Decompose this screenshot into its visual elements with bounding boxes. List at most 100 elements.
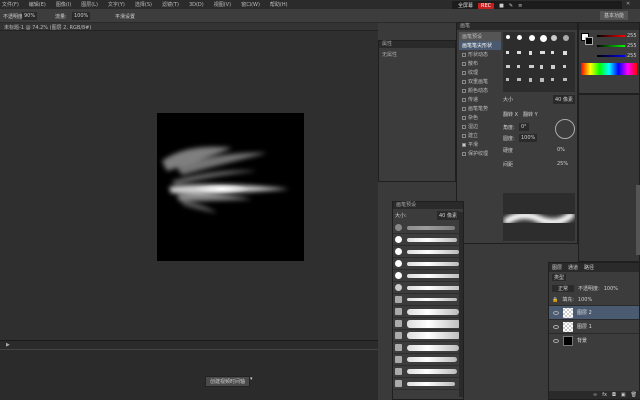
brush-tip[interactable] xyxy=(551,77,555,81)
spacing-checkbox[interactable]: 间距 xyxy=(503,161,513,168)
brush-tip[interactable] xyxy=(551,35,558,41)
close-icon[interactable]: ✕ xyxy=(626,1,630,7)
menu-image[interactable]: 图像(I) xyxy=(56,1,71,8)
brush-tip[interactable] xyxy=(517,64,521,68)
preset-item[interactable] xyxy=(393,366,463,378)
layer-name[interactable]: 图层 1 xyxy=(577,323,592,330)
menu-type[interactable]: 文字(Y) xyxy=(108,1,125,8)
option-shape-dynamics[interactable]: 形状动态 xyxy=(459,50,501,59)
menu-window[interactable]: 窗口(W) xyxy=(241,1,260,8)
blend-mode-select[interactable]: 正常 xyxy=(552,285,575,292)
option-wet-edges[interactable]: 湿边 xyxy=(459,122,501,131)
layer-fill-field[interactable]: 100% xyxy=(578,297,592,303)
option-smoothing[interactable]: 平滑 xyxy=(459,140,501,149)
roundness-field[interactable]: 100% xyxy=(519,134,538,142)
brush-tip[interactable] xyxy=(528,64,534,68)
brush-tip-shape-item[interactable]: 画笔笔尖形状 xyxy=(459,41,501,50)
preset-item[interactable] xyxy=(393,378,463,390)
menu-filter[interactable]: 滤镜(T) xyxy=(162,1,179,8)
camera-icon[interactable]: ■ xyxy=(499,3,504,9)
new-layer-icon[interactable]: ▣ xyxy=(621,392,626,398)
brush-tip[interactable] xyxy=(528,51,532,56)
rec-button[interactable]: REC xyxy=(478,2,495,9)
preset-item[interactable] xyxy=(393,294,463,306)
fullscreen-label[interactable]: 全屏幕 xyxy=(458,2,473,9)
channels-tab[interactable]: 通道 xyxy=(568,264,578,271)
brush-tip[interactable] xyxy=(551,64,556,69)
green-slider[interactable] xyxy=(597,45,625,47)
brush-tip[interactable] xyxy=(562,64,566,68)
workspace-switcher[interactable]: 基本功能 xyxy=(600,11,629,20)
red-value[interactable]: 255 xyxy=(627,33,637,39)
preset-item[interactable] xyxy=(393,246,463,258)
brush-presets-button[interactable]: 画笔预设 xyxy=(459,32,501,41)
layer-name[interactable]: 背景 xyxy=(577,337,587,344)
eye-icon[interactable] xyxy=(553,310,559,315)
link-layers-icon[interactable]: ∞ xyxy=(593,392,597,398)
blue-value[interactable]: 255 xyxy=(627,53,637,59)
brush-tip[interactable] xyxy=(517,35,523,40)
menu-help[interactable]: 帮助(H) xyxy=(270,1,288,8)
preset-item[interactable] xyxy=(393,330,463,342)
brush-tip[interactable] xyxy=(517,51,522,55)
pencil-icon[interactable]: ✎ xyxy=(509,3,513,9)
option-build-up[interactable]: 建立 xyxy=(459,131,501,140)
menu-file[interactable]: 文件(F) xyxy=(2,1,19,8)
option-texture[interactable]: 纹理 xyxy=(459,68,501,77)
lock-icon[interactable]: 🔒 xyxy=(552,297,558,303)
brush-tip[interactable] xyxy=(517,77,522,81)
brush-tip[interactable] xyxy=(528,77,532,82)
preset-item[interactable] xyxy=(393,234,463,246)
preset-item[interactable] xyxy=(393,318,463,330)
brush-tip[interactable] xyxy=(551,51,555,55)
brush-tip[interactable] xyxy=(528,35,535,41)
layer-row-2[interactable]: 图层 2 xyxy=(549,305,639,319)
eye-icon[interactable] xyxy=(553,324,559,329)
menu-layer[interactable]: 图层(L) xyxy=(81,1,98,8)
mask-icon[interactable]: ◘ xyxy=(612,392,616,398)
layer-name[interactable]: 图层 2 xyxy=(577,309,592,316)
option-noise[interactable]: 杂色 xyxy=(459,113,501,122)
eye-icon[interactable] xyxy=(553,338,559,343)
preset-item[interactable] xyxy=(393,258,463,270)
brush-tip[interactable] xyxy=(506,51,509,55)
preset-item[interactable] xyxy=(393,354,463,366)
create-video-timeline-button[interactable]: 创建视频时间轴 xyxy=(205,376,251,387)
brush-tip[interactable] xyxy=(562,35,569,41)
brush-tip[interactable] xyxy=(562,77,567,81)
option-transfer[interactable]: 传递 xyxy=(459,95,501,104)
brush-tip-grid[interactable] xyxy=(503,32,575,92)
option-brush-pose[interactable]: 画笔笔势 xyxy=(459,104,501,113)
fx-icon[interactable]: fx xyxy=(602,392,607,398)
blue-slider[interactable] xyxy=(597,55,625,57)
layer-opacity-field[interactable]: 100% xyxy=(604,286,618,292)
menu-select[interactable]: 选择(S) xyxy=(135,1,152,8)
smoothing-label[interactable]: 平滑设置 xyxy=(115,13,135,20)
flip-y-checkbox[interactable]: 翻转 Y xyxy=(523,111,538,118)
flip-x-checkbox[interactable]: 翻转 X xyxy=(503,111,518,118)
opacity-field[interactable]: 90% xyxy=(22,12,38,20)
option-color-dynamics[interactable]: 颜色动态 xyxy=(459,86,501,95)
brush-tip[interactable] xyxy=(539,35,547,42)
play-icon[interactable]: ▶ xyxy=(6,342,10,348)
brush-tip[interactable] xyxy=(506,35,510,39)
brush-tip[interactable] xyxy=(539,77,544,82)
option-scattering[interactable]: 散布 xyxy=(459,59,501,68)
trash-icon[interactable]: 🗑 xyxy=(631,392,637,398)
adjustments-scrollbar[interactable] xyxy=(636,185,640,255)
brush-tip[interactable] xyxy=(506,77,509,81)
brush-tip[interactable] xyxy=(539,64,543,69)
angle-roundness-widget[interactable] xyxy=(555,119,575,139)
background-color-swatch[interactable] xyxy=(585,37,593,45)
option-dual-brush[interactable]: 双重画笔 xyxy=(459,77,501,86)
option-protect-texture[interactable]: 保护纹理 xyxy=(459,149,501,158)
color-spectrum[interactable] xyxy=(581,63,637,75)
timeline-dropdown-icon[interactable]: ▾ xyxy=(250,376,253,382)
menu-3d[interactable]: 3D(D) xyxy=(189,2,204,8)
layer-row-background[interactable]: 背景 xyxy=(549,333,639,347)
brush-tip[interactable] xyxy=(506,64,510,68)
menu-edit[interactable]: 编辑(E) xyxy=(29,1,46,8)
layers-tab[interactable]: 图层 xyxy=(552,264,562,271)
preset-item[interactable] xyxy=(393,222,463,234)
size-field[interactable]: 40 像素 xyxy=(553,95,575,104)
